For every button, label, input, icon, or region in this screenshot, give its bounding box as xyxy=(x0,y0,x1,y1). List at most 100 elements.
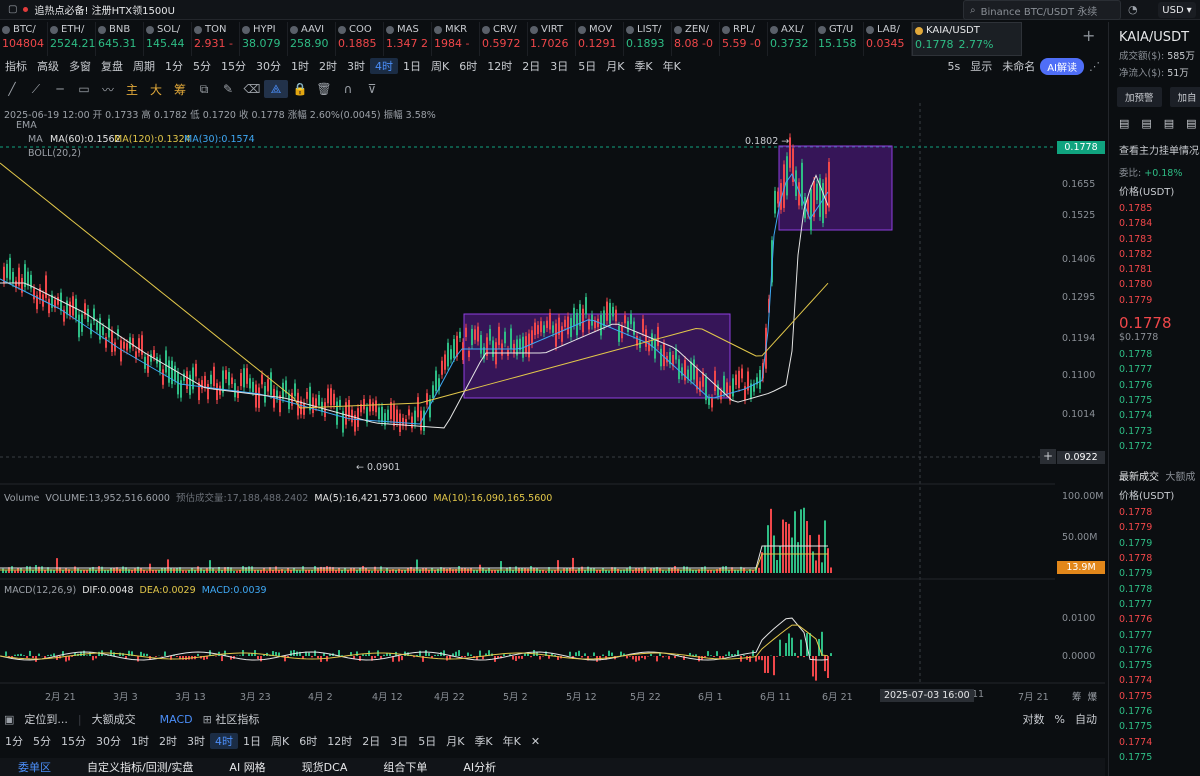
lock-icon[interactable]: 🔒 xyxy=(288,80,312,98)
ticker-item[interactable]: AAVI 258.90 xyxy=(288,22,336,56)
ema-legend[interactable]: EMA xyxy=(16,120,37,131)
period-item[interactable]: 30分 xyxy=(91,733,126,749)
menu-icon[interactable]: ▢ xyxy=(8,4,17,15)
period-item[interactable]: 12时 xyxy=(322,733,357,749)
period-item[interactable]: 5分 xyxy=(28,733,56,749)
percent-toggle[interactable]: % xyxy=(1055,713,1065,726)
boll-legend[interactable]: BOLL(20,2) xyxy=(28,148,81,159)
ticker-item[interactable]: COO 0.1885 xyxy=(336,22,384,56)
main-force-link[interactable]: 查看主力挂单情况› xyxy=(1109,130,1200,157)
indicator-shortcut[interactable]: 主 xyxy=(120,81,144,98)
toolbar-item[interactable]: 季K xyxy=(629,58,657,74)
big-trades-tab[interactable]: 大额成 xyxy=(1165,472,1195,483)
add-tab-icon[interactable]: + xyxy=(1082,26,1095,45)
toolbar-item[interactable]: 2日 xyxy=(517,58,545,74)
fold-icon[interactable]: ▣ xyxy=(4,713,14,726)
toolbar-item[interactable]: 年K xyxy=(658,58,686,74)
toolbar-item[interactable]: 6时 xyxy=(454,58,482,74)
community-indicator-button[interactable]: ⊞ 社区指标 xyxy=(203,711,260,727)
ask-row[interactable]: 0.1784 xyxy=(1109,216,1200,231)
toolbar-item[interactable]: 指标 xyxy=(0,58,32,74)
trash-icon[interactable]: 🗑 xyxy=(312,80,336,98)
eraser-icon[interactable]: ⌫ xyxy=(240,80,264,98)
ray-tool-icon[interactable]: ⟋ xyxy=(24,80,48,98)
ask-row[interactable]: 0.1781 xyxy=(1109,262,1200,277)
ask-row[interactable]: 0.1779 xyxy=(1109,293,1200,308)
bottom-tab[interactable]: 现货DCA xyxy=(284,759,366,775)
indicator-shortcut[interactable]: 筹 xyxy=(168,81,192,98)
ask-row[interactable]: 0.1783 xyxy=(1109,232,1200,247)
ticker-item[interactable]: TON 2.931 - xyxy=(192,22,240,56)
toolbar-item[interactable]: 3时 xyxy=(342,58,370,74)
close-icon[interactable]: ✕ xyxy=(526,735,545,748)
toolbar-item[interactable]: 2时 xyxy=(314,58,342,74)
bell-icon[interactable]: ◔ xyxy=(1128,3,1138,16)
period-item[interactable]: 3时 xyxy=(182,733,210,749)
toolbar-item[interactable]: 月K xyxy=(601,58,629,74)
toolbar-item[interactable]: 5分 xyxy=(188,58,216,74)
toolbar-item[interactable]: 1时 xyxy=(286,58,314,74)
period-item[interactable]: 2日 xyxy=(357,733,385,749)
ticker-item[interactable]: VIRT 1.7026 xyxy=(528,22,576,56)
period-item[interactable]: 季K xyxy=(469,733,497,749)
ticker-item[interactable]: MOV 0.1291 xyxy=(576,22,624,56)
latest-trades-tab[interactable]: 最新成交 xyxy=(1119,472,1159,483)
toolbar-item[interactable]: 3日 xyxy=(545,58,573,74)
toolbar-item[interactable]: 12时 xyxy=(482,58,517,74)
toolbar-item[interactable]: 15分 xyxy=(216,58,251,74)
announcement-text[interactable]: 追热点必备! 注册HTX领1500U xyxy=(34,2,174,17)
bottom-tab[interactable]: 组合下单 xyxy=(365,759,445,775)
chart-area[interactable]: 2025-06-19 12:00 开 0.1733 高 0.1782 低 0.1… xyxy=(0,103,1105,703)
ticker-item[interactable]: ETH/2524.21 xyxy=(48,22,96,56)
share-icon[interactable]: ⋰ xyxy=(1084,60,1105,73)
bid-row[interactable]: 0.1773 xyxy=(1109,424,1200,439)
big-trade-button[interactable]: 大额成交 xyxy=(92,711,136,727)
ticker-item[interactable]: AXL/0.3732 xyxy=(768,22,816,56)
add-order-icon[interactable]: + xyxy=(1040,449,1056,464)
currency-select[interactable]: USD ▾ xyxy=(1158,2,1196,18)
period-item[interactable]: 年K xyxy=(498,733,526,749)
toolbar-right-item[interactable]: 未命名 xyxy=(997,58,1040,74)
ticker-item[interactable]: MKR 1984 - xyxy=(432,22,480,56)
bid-row[interactable]: 0.1778 xyxy=(1109,347,1200,362)
toolbar-item[interactable]: 周K xyxy=(426,58,454,74)
toolbar-right-item[interactable]: 显示 xyxy=(965,58,997,74)
brush-tool-icon[interactable]: 〰 xyxy=(96,80,120,98)
ask-row[interactable]: 0.1782 xyxy=(1109,247,1200,262)
toolbar-item[interactable]: 30分 xyxy=(251,58,286,74)
bottom-tab[interactable]: 自定义指标/回测/实盘 xyxy=(69,759,211,775)
ticker-item[interactable]: SOL/145.44 xyxy=(144,22,192,56)
period-item[interactable]: 1分 xyxy=(0,733,28,749)
announcement[interactable]: ▢ 追热点必备! 注册HTX领1500U xyxy=(0,2,175,17)
line-tool-icon[interactable]: ╱ xyxy=(0,80,24,98)
search-input[interactable]: ⌕ Binance BTC/USDT 永续 xyxy=(963,0,1121,20)
draw-mode-icon[interactable]: ⟁ xyxy=(264,80,288,98)
macd-tab[interactable]: MACD xyxy=(160,713,193,726)
period-item[interactable]: 15分 xyxy=(56,733,91,749)
add-watch-button[interactable]: 加自 xyxy=(1169,87,1200,107)
ai-read-button[interactable]: AI解读 xyxy=(1040,57,1084,75)
bottom-tab[interactable]: AI 网格 xyxy=(211,759,283,775)
bid-row[interactable]: 0.1772 xyxy=(1109,439,1200,454)
toolbar-item[interactable]: 1日 xyxy=(398,58,426,74)
ticker-item[interactable]: ZEN/8.08 -0 xyxy=(672,22,720,56)
ticker-item[interactable]: RPL/5.59 -0 xyxy=(720,22,768,56)
period-item[interactable]: 4时 xyxy=(210,733,238,749)
chip-toggle[interactable]: 筹 爆 xyxy=(1072,689,1097,703)
toolbar-item[interactable]: 5日 xyxy=(573,58,601,74)
toolbar-item[interactable]: 高级 xyxy=(32,58,64,74)
ticker-item[interactable]: LIST/0.1893 xyxy=(624,22,672,56)
bid-row[interactable]: 0.1775 xyxy=(1109,393,1200,408)
bid-row[interactable]: 0.1777 xyxy=(1109,362,1200,377)
kline-chart[interactable] xyxy=(0,103,1105,703)
ask-row[interactable]: 0.1785 xyxy=(1109,201,1200,216)
toolbar-item[interactable]: 周期 xyxy=(128,58,160,74)
period-item[interactable]: 月K xyxy=(441,733,469,749)
hline-tool-icon[interactable]: ─ xyxy=(48,80,72,98)
add-alert-button[interactable]: 加预警 xyxy=(1117,87,1162,107)
bid-row[interactable]: 0.1774 xyxy=(1109,408,1200,423)
toolbar-item[interactable]: 4时 xyxy=(370,58,398,74)
filter-icon[interactable]: ⊽ xyxy=(360,80,384,98)
ticker-item[interactable]: HYPI 38.079 xyxy=(240,22,288,56)
ask-row[interactable]: 0.1780 xyxy=(1109,277,1200,292)
